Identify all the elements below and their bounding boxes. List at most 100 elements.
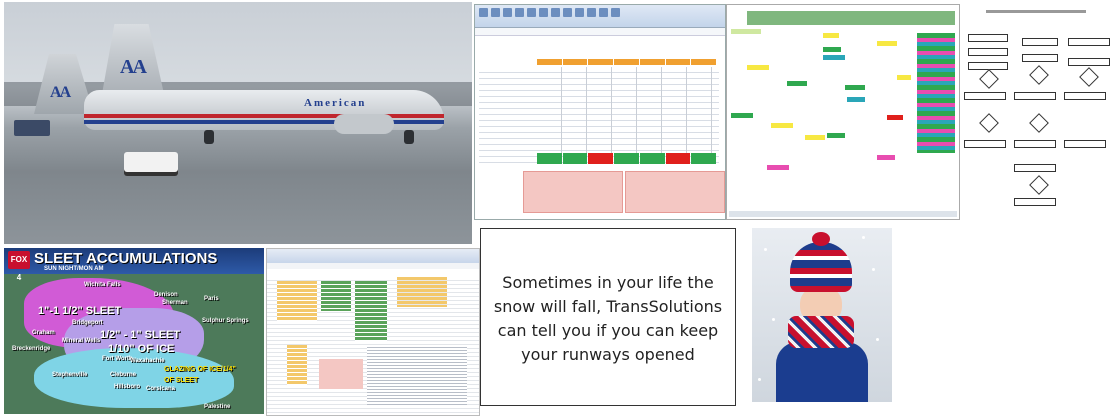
child-in-snow-photo <box>752 228 892 402</box>
schedule-bar <box>731 113 753 118</box>
flowchart-process <box>1014 92 1056 100</box>
city-label: Hillsboro <box>114 384 141 390</box>
flowchart-decision <box>979 113 999 133</box>
schedule-status-column <box>917 33 955 153</box>
snowflake <box>764 248 767 251</box>
ribbon-icon <box>551 8 560 17</box>
ribbon-icon <box>491 8 500 17</box>
city-label: Waxahachie <box>130 358 165 364</box>
schedule-bar <box>731 29 761 34</box>
results-table <box>321 281 351 311</box>
snowflake <box>872 268 875 271</box>
city-label: Bridgeport <box>72 320 103 326</box>
zone-label: 1"-1 1/2" SLEET <box>38 305 122 317</box>
schedule-header <box>747 11 955 25</box>
flowchart-process <box>964 92 1006 100</box>
landing-gear <box>204 130 214 144</box>
caption-box: Sometimes in your life the snow will fal… <box>480 228 736 406</box>
flowchart-process <box>1014 198 1056 206</box>
schedule-bar <box>897 75 911 80</box>
city-label: Corsicana <box>146 386 176 392</box>
ribbon-icon <box>527 8 536 17</box>
city-label: Denison <box>154 292 178 298</box>
flowchart-title <box>986 10 1086 13</box>
results-table <box>355 281 387 341</box>
aircraft-engine <box>334 114 394 134</box>
flowchart-decision <box>979 69 999 89</box>
ribbon-icon <box>563 8 572 17</box>
schedule-bar <box>847 97 865 102</box>
spreadsheet-ribbon <box>267 249 479 263</box>
ribbon-icon <box>503 8 512 17</box>
sleet-accumulation-map: FOX 4 SLEET ACCUMULATIONS SUN NIGHT/MON … <box>4 248 264 414</box>
zone-label: 1/2" - 1" SLEET <box>100 329 181 341</box>
column-header-row <box>537 59 717 65</box>
city-label: Cleburne <box>110 372 137 378</box>
city-label: Sulphur Springs <box>202 318 249 324</box>
city-label: Fort Worth <box>102 356 133 362</box>
city-label: Wichita Falls <box>84 282 121 288</box>
airport-photo: AA AA American <box>4 2 472 244</box>
notes-box <box>625 171 725 213</box>
ribbon-icon <box>611 8 620 17</box>
schedule-bar <box>823 55 845 60</box>
schedule-bar <box>823 47 841 52</box>
city-label: Stephenville <box>52 372 88 378</box>
flowchart-process <box>1068 38 1110 46</box>
schedule-bar <box>805 135 825 140</box>
city-label: Mineral Wells <box>62 338 101 344</box>
snowflake <box>876 338 879 341</box>
status-row <box>537 153 717 164</box>
lookup-table <box>397 277 447 307</box>
livery-text: American <box>304 97 367 109</box>
ribbon-icon <box>479 8 488 17</box>
rear-tail-logo: AA <box>50 84 71 101</box>
flowchart-decision <box>1079 67 1099 87</box>
flowchart-process <box>968 34 1008 42</box>
text-notes <box>367 345 467 405</box>
schedule-bar <box>827 133 845 138</box>
winter-jacket <box>776 342 868 402</box>
city-label: Graham <box>32 330 55 336</box>
sheet-tabs <box>729 211 957 217</box>
schedule-bar <box>787 81 807 86</box>
landing-gear <box>404 130 414 144</box>
city-label: Paris <box>204 296 219 302</box>
notes-box <box>319 359 363 389</box>
caption-text: Sometimes in your life the snow will fal… <box>493 273 723 364</box>
schedule-bar <box>767 165 789 170</box>
schedule-bar <box>877 155 895 160</box>
flowchart-process <box>1064 92 1106 100</box>
ribbon-icon <box>539 8 548 17</box>
snowflake <box>772 318 775 321</box>
schedule-bar <box>845 85 865 90</box>
flowchart-decision <box>1029 113 1049 133</box>
notes-box <box>523 171 623 213</box>
flowchart-process <box>1014 164 1056 172</box>
calculation-spreadsheet <box>266 248 480 416</box>
flowchart-process <box>968 48 1008 56</box>
snowflake <box>758 378 761 381</box>
flowchart-decision <box>1029 65 1049 85</box>
pickup-truck <box>124 152 178 172</box>
schedule-bar <box>887 115 903 120</box>
input-table <box>277 281 317 321</box>
flowchart-process <box>1064 140 1106 148</box>
ground-vehicle <box>14 120 50 136</box>
formula-bar <box>475 28 725 36</box>
flowchart-process <box>964 140 1006 148</box>
ribbon-icon <box>587 8 596 17</box>
schedule-bar <box>877 41 897 46</box>
knit-hat <box>790 242 852 292</box>
spreadsheet-ribbon <box>475 5 725 28</box>
schedule-spreadsheet <box>726 4 960 220</box>
map-subtitle: SUN NIGHT/MON AM <box>44 266 104 272</box>
formula-bar <box>267 263 479 269</box>
ribbon-icon <box>575 8 584 17</box>
cell-grid-columns <box>537 67 717 163</box>
spreadsheet-screenshot <box>474 4 726 220</box>
snowflake <box>862 236 865 239</box>
tail-logo: AA <box>120 56 147 78</box>
schedule-bar <box>747 65 769 70</box>
flowchart-decision <box>1029 175 1049 195</box>
